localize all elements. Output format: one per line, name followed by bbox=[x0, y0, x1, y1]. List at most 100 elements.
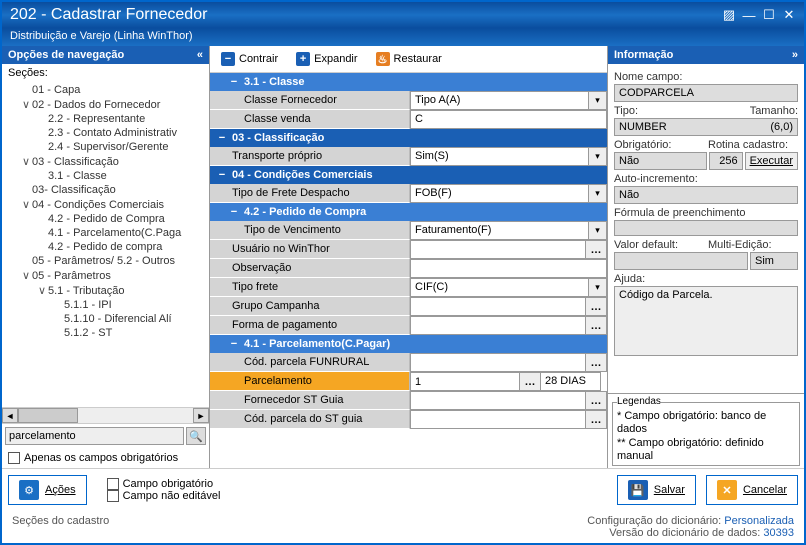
val-forma-pag[interactable] bbox=[410, 316, 586, 335]
val-classe-venda[interactable]: C bbox=[410, 110, 607, 129]
executar-button[interactable]: Executar bbox=[745, 152, 798, 170]
save-icon: 💾 bbox=[628, 480, 648, 500]
tree-node[interactable]: 03- Classificação bbox=[4, 183, 207, 197]
lbl-campo-obrig: Campo obrigatório bbox=[123, 478, 214, 490]
val-fornec-st[interactable] bbox=[410, 391, 586, 410]
window-controls: ▨ — ☐ ✕ bbox=[722, 8, 796, 22]
tree-h-scroll[interactable]: ◄ ► bbox=[2, 407, 209, 423]
group-4-2[interactable]: −4.2 - Pedido de Compra bbox=[210, 203, 607, 221]
val-ajuda: Código da Parcela. bbox=[614, 286, 798, 356]
ellipsis-button[interactable]: … bbox=[585, 240, 607, 259]
ellipsis-button[interactable]: … bbox=[585, 353, 607, 372]
tree-node[interactable]: 01 - Capa bbox=[4, 83, 207, 97]
only-required-row[interactable]: Apenas os campos obrigatórios bbox=[2, 448, 209, 468]
status-config: Personalizada bbox=[724, 515, 794, 527]
row-obs: Observação bbox=[210, 259, 607, 278]
tree-node[interactable]: ∨5.1 - Tributação bbox=[4, 283, 207, 298]
ellipsis-button[interactable]: … bbox=[585, 410, 607, 429]
tree-node[interactable]: ∨04 - Condições Comerciais bbox=[4, 197, 207, 212]
restore-button[interactable]: ♨Restaurar bbox=[369, 49, 449, 69]
chevron-down-icon[interactable]: ▾ bbox=[589, 278, 607, 297]
ellipsis-button[interactable]: … bbox=[585, 297, 607, 316]
tree-node[interactable]: 3.1 - Classe bbox=[4, 169, 207, 183]
val-obs[interactable] bbox=[410, 259, 607, 278]
group-3-1[interactable]: −3.1 - Classe bbox=[210, 73, 607, 91]
scroll-right-icon[interactable]: ► bbox=[193, 408, 209, 423]
status-bar: Seções do cadastro Configuração do dicio… bbox=[2, 511, 804, 543]
val-parcelamento[interactable] bbox=[410, 372, 520, 391]
group-4-1[interactable]: −4.1 - Parcelamento(C.Pagar) bbox=[210, 335, 607, 353]
chk-campo-nao-edit bbox=[107, 490, 119, 502]
scroll-left-icon[interactable]: ◄ bbox=[2, 408, 18, 423]
chevron-down-icon[interactable]: ▾ bbox=[589, 147, 607, 166]
lbl-tipo: Tipo: bbox=[614, 105, 704, 117]
val-autoinc: Não bbox=[614, 186, 798, 204]
val-tipo-frete[interactable]: CIF(C) bbox=[410, 278, 589, 297]
ellipsis-button[interactable]: … bbox=[585, 316, 607, 335]
tree-node[interactable]: 5.1.1 - IPI bbox=[4, 298, 207, 312]
tree-node[interactable]: ∨05 - Parâmetros bbox=[4, 268, 207, 283]
legend-inline: Campo obrigatório Campo não editável bbox=[107, 478, 221, 502]
only-required-label: Apenas os campos obrigatórios bbox=[24, 452, 178, 464]
tree-node[interactable]: 5.1.2 - ST bbox=[4, 326, 207, 340]
tree-node[interactable]: 4.2 - Pedido de Compra bbox=[4, 212, 207, 226]
tree-node[interactable]: 4.1 - Parcelamento(C.Paga bbox=[4, 226, 207, 240]
grid-toolbar: −Contrair +Expandir ♨Restaurar bbox=[210, 46, 607, 73]
chevron-down-icon[interactable]: ▾ bbox=[589, 91, 607, 110]
val-usuario[interactable] bbox=[410, 240, 586, 259]
sections-label: Seções: bbox=[2, 64, 209, 79]
expand-button[interactable]: +Expandir bbox=[289, 49, 364, 69]
collapse-button[interactable]: −Contrair bbox=[214, 49, 285, 69]
val-grupo-camp[interactable] bbox=[410, 297, 586, 316]
fire-icon: ♨ bbox=[376, 52, 390, 66]
chevron-down-icon[interactable]: ▾ bbox=[589, 221, 607, 240]
group-03[interactable]: −03 - Classificação bbox=[210, 129, 607, 147]
extra-parcelamento: 28 DIAS bbox=[541, 372, 601, 391]
group-04[interactable]: −04 - Condições Comerciais bbox=[210, 166, 607, 184]
val-tipo-frete-desp[interactable]: FOB(F) bbox=[410, 184, 589, 203]
maximize-icon[interactable]: ☐ bbox=[762, 8, 776, 22]
gear-icon: ⚙ bbox=[19, 480, 39, 500]
tree-node[interactable]: 4.2 - Pedido de compra bbox=[4, 240, 207, 254]
val-valdef bbox=[614, 252, 748, 270]
val-cod-funrural[interactable] bbox=[410, 353, 586, 372]
save-button[interactable]: 💾Salvar bbox=[617, 475, 696, 505]
row-cod-funrural: Cód. parcela FUNRURAL… bbox=[210, 353, 607, 372]
section-tree[interactable]: 01 - Capa∨02 - Dados do Fornecedor2.2 - … bbox=[2, 79, 209, 407]
collapse-right-icon[interactable]: » bbox=[792, 49, 798, 61]
tree-node[interactable]: 05 - Parâmetros/ 5.2 - Outros bbox=[4, 254, 207, 268]
info-body: Nome campo: CODPARCELA Tipo: Tamanho: NU… bbox=[608, 64, 804, 393]
val-transporte-proprio[interactable]: Sim(S) bbox=[410, 147, 589, 166]
lbl-formula: Fórmula de preenchimento bbox=[614, 207, 798, 219]
field-grid[interactable]: −3.1 - Classe Classe FornecedorTipo A(A)… bbox=[210, 73, 607, 468]
ellipsis-button[interactable]: … bbox=[519, 372, 541, 391]
search-input[interactable] bbox=[5, 427, 184, 445]
tree-node[interactable]: 2.4 - Supervisor/Gerente bbox=[4, 140, 207, 154]
val-cod-st-guia[interactable] bbox=[410, 410, 586, 429]
ellipsis-button[interactable]: … bbox=[585, 391, 607, 410]
val-classe-fornecedor[interactable]: Tipo A(A) bbox=[410, 91, 589, 110]
minimize-icon[interactable]: — bbox=[742, 8, 756, 22]
scroll-thumb[interactable] bbox=[18, 408, 78, 423]
window-subtitle: Distribuição e Varejo (Linha WinThor) bbox=[2, 28, 804, 46]
center-panel: −Contrair +Expandir ♨Restaurar −3.1 - Cl… bbox=[210, 46, 608, 468]
tree-node[interactable]: 5.1.10 - Diferencial Alí bbox=[4, 312, 207, 326]
actions-button[interactable]: ⚙Ações bbox=[8, 475, 87, 505]
lbl-tamanho: Tamanho: bbox=[708, 105, 798, 117]
edit-icon[interactable]: ▨ bbox=[722, 8, 736, 22]
collapse-left-icon[interactable]: « bbox=[197, 49, 203, 61]
tree-node[interactable]: ∨02 - Dados do Fornecedor bbox=[4, 97, 207, 112]
lbl-obrig: Obrigatório: bbox=[614, 139, 704, 151]
search-button[interactable]: 🔍 bbox=[186, 427, 206, 445]
val-tipo: NUMBER bbox=[619, 121, 667, 133]
tree-node[interactable]: 2.3 - Contato Administrativ bbox=[4, 126, 207, 140]
only-required-checkbox[interactable] bbox=[8, 452, 20, 464]
tree-node[interactable]: ∨03 - Classificação bbox=[4, 154, 207, 169]
cancel-button[interactable]: ✕Cancelar bbox=[706, 475, 798, 505]
val-tipo-venc[interactable]: Faturamento(F) bbox=[410, 221, 589, 240]
row-parcelamento: Parcelamento…28 DIAS bbox=[210, 372, 607, 391]
close-icon[interactable]: ✕ bbox=[782, 8, 796, 22]
tree-node[interactable]: 2.2 - Representante bbox=[4, 112, 207, 126]
search-bar: 🔍 bbox=[2, 423, 209, 448]
chevron-down-icon[interactable]: ▾ bbox=[589, 184, 607, 203]
